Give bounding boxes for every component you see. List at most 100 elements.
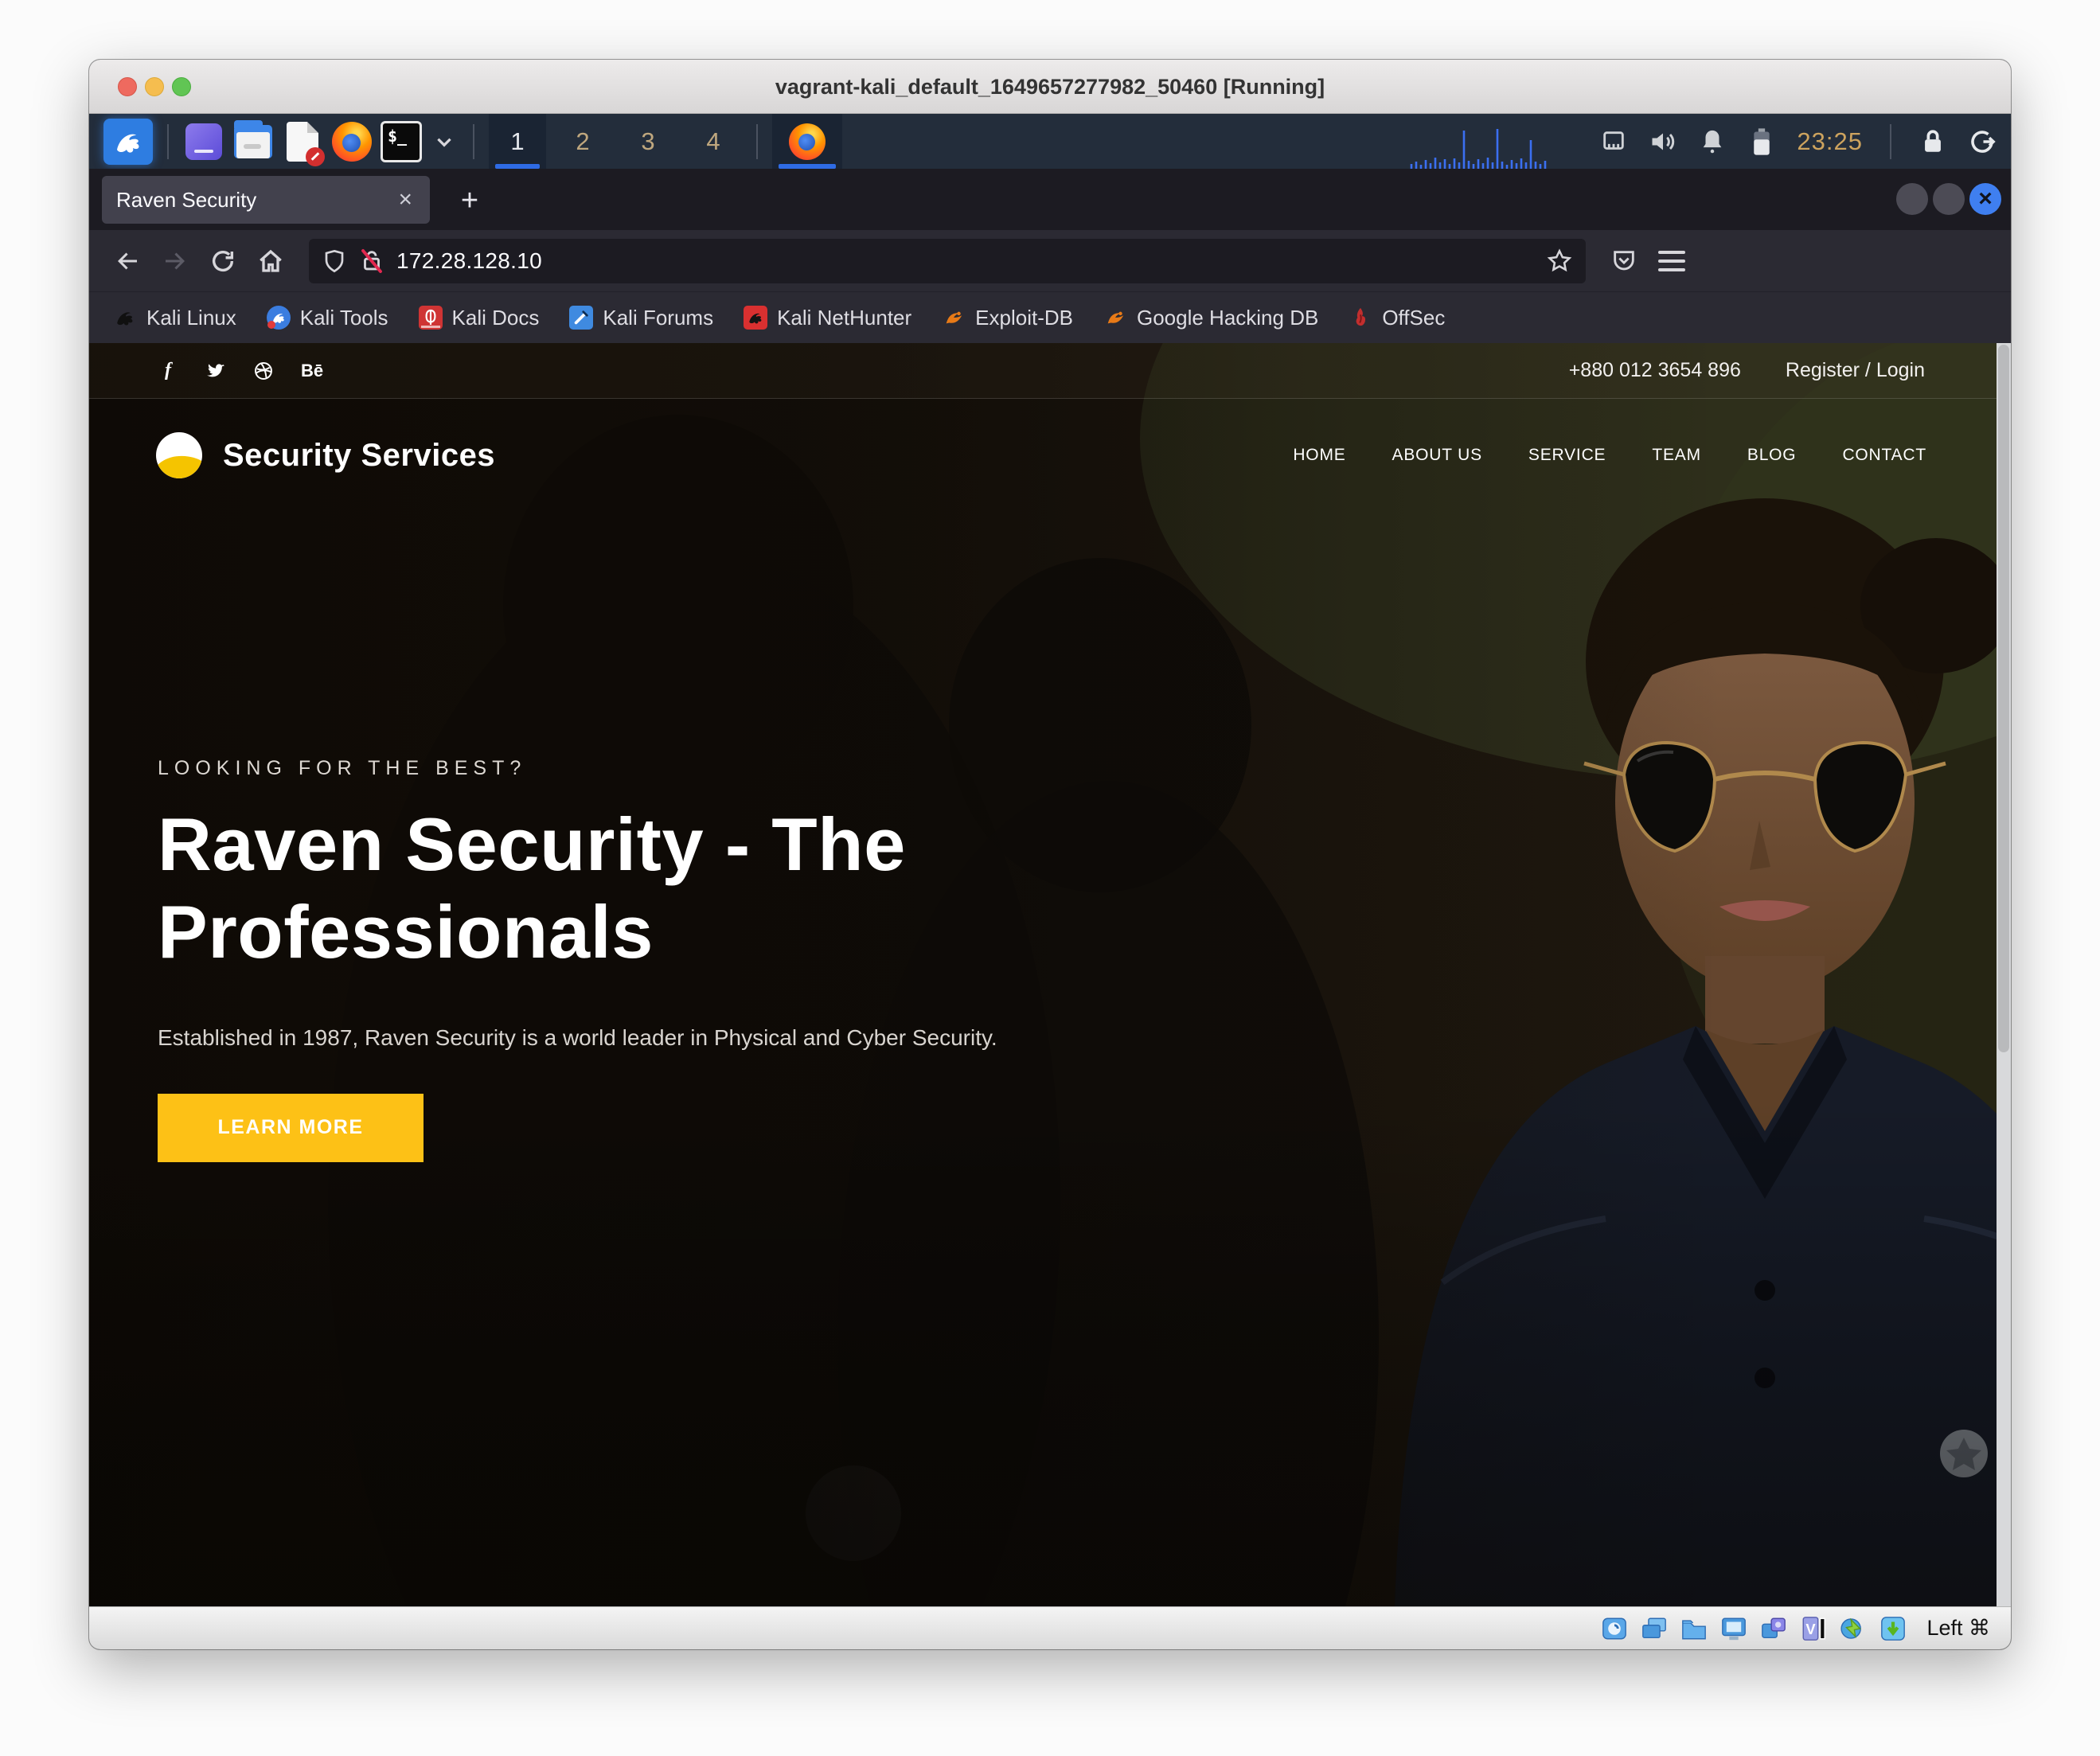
- vbox-recording-indicator[interactable]: [1759, 1614, 1788, 1643]
- panel-separator: [756, 124, 758, 159]
- tab-close-button[interactable]: ×: [395, 188, 416, 212]
- learn-more-button[interactable]: LEARN MORE: [158, 1094, 424, 1162]
- bookmark-exploit-db[interactable]: Exploit-DB: [942, 306, 1073, 330]
- tab-raven-security[interactable]: Raven Security ×: [102, 176, 430, 224]
- bookmark-kali-forums[interactable]: Kali Forums: [569, 306, 713, 330]
- notifications-indicator[interactable]: [1698, 127, 1727, 156]
- url-bar[interactable]: 172.28.128.10: [309, 239, 1586, 283]
- volume-indicator[interactable]: [1649, 127, 1677, 156]
- vbox-display-indicator[interactable]: [1719, 1614, 1748, 1643]
- vbox-optical-indicator[interactable]: [1640, 1614, 1669, 1643]
- insecure-connection-icon[interactable]: [358, 248, 385, 275]
- browser-close-button[interactable]: ×: [1969, 183, 2001, 215]
- kali-nethunter-icon: [744, 306, 767, 330]
- vbox-log-indicator[interactable]: V: [1799, 1614, 1828, 1643]
- offsec-icon: [1349, 306, 1372, 330]
- vbox-update-indicator[interactable]: [1879, 1614, 1907, 1643]
- url-text[interactable]: 172.28.128.10: [396, 248, 1535, 274]
- keyboard-capture-status: Left ⌘: [1926, 1616, 1990, 1641]
- hero-section: LOOKING FOR THE BEST? Raven Security - T…: [158, 757, 1368, 1162]
- back-button[interactable]: [107, 240, 148, 282]
- bookmark-kali-tools[interactable]: Kali Tools: [267, 306, 388, 330]
- vbox-harddisk-indicator[interactable]: [1600, 1614, 1629, 1643]
- bookmark-google-hacking-db[interactable]: Google Hacking DB: [1103, 306, 1318, 330]
- page-scrollbar[interactable]: [1997, 343, 2011, 1606]
- behance-icon[interactable]: Bē: [301, 361, 323, 381]
- panel-separator: [473, 124, 474, 159]
- home-button[interactable]: [250, 240, 291, 282]
- firefox-icon: [332, 122, 372, 162]
- panel-separator: [1890, 124, 1891, 159]
- phone-number[interactable]: +880 012 3654 896: [1569, 359, 1741, 382]
- kali-menu-button[interactable]: [103, 119, 153, 165]
- bookmark-kali-nethunter[interactable]: Kali NetHunter: [744, 306, 911, 330]
- firefox-launcher-button[interactable]: [331, 121, 373, 162]
- lock-screen-button[interactable]: [1918, 127, 1947, 156]
- browser-minimize-button[interactable]: [1896, 183, 1928, 215]
- network-indicator[interactable]: [1599, 127, 1628, 156]
- register-login-link[interactable]: Register / Login: [1786, 359, 1925, 382]
- google-hacking-db-icon: [1103, 306, 1127, 330]
- back-arrow-icon: [113, 247, 142, 275]
- vbox-shared-folder-indicator[interactable]: [1680, 1614, 1708, 1643]
- hamburger-icon: [1658, 251, 1685, 271]
- nav-blog[interactable]: BLOG: [1747, 446, 1797, 465]
- workspace-4[interactable]: 4: [685, 114, 742, 169]
- kali-tools-icon: [267, 306, 291, 330]
- vm-window-title: vagrant-kali_default_1649657277982_50460…: [89, 60, 2011, 114]
- firefox-navbar: 172.28.128.10: [89, 230, 2011, 291]
- workspace-2[interactable]: 2: [554, 114, 611, 169]
- ethernet-icon: [1600, 128, 1627, 155]
- desktop: vagrant-kali_default_1649657277982_50460…: [0, 0, 2100, 1756]
- nav-team[interactable]: TEAM: [1652, 446, 1701, 465]
- app-menu-button[interactable]: [1651, 240, 1692, 282]
- site-topbar: f Bē +880 012 3654 896 Register / Login: [89, 343, 2011, 399]
- bookmark-label: Exploit-DB: [975, 306, 1073, 330]
- clock[interactable]: 23:25: [1797, 127, 1863, 156]
- workspace-1[interactable]: 1: [489, 114, 546, 169]
- bookmark-label: Kali Docs: [452, 306, 540, 330]
- workspace-3[interactable]: 3: [619, 114, 677, 169]
- text-editor-button[interactable]: [282, 121, 323, 162]
- document-icon: [287, 122, 318, 162]
- bookmark-label: OffSec: [1382, 306, 1445, 330]
- nav-about-us[interactable]: ABOUT US: [1392, 446, 1482, 465]
- bookmark-star-icon[interactable]: [1546, 248, 1573, 275]
- file-manager-button[interactable]: [232, 121, 274, 162]
- nav-contact[interactable]: CONTACT: [1842, 446, 1926, 465]
- nav-home[interactable]: HOME: [1293, 446, 1345, 465]
- nav-service[interactable]: SERVICE: [1528, 446, 1606, 465]
- desktop-icon: [185, 123, 222, 160]
- scrollbar-thumb[interactable]: [1998, 345, 2009, 1052]
- brand-logo-icon: [156, 432, 202, 478]
- forward-arrow-icon: [161, 247, 189, 275]
- vbox-network-indicator[interactable]: [1839, 1614, 1868, 1643]
- show-desktop-button[interactable]: [183, 121, 224, 162]
- forward-button[interactable]: [154, 240, 196, 282]
- new-tab-button[interactable]: +: [449, 180, 490, 221]
- page-viewport: f Bē +880 012 3654 896 Register / Login: [89, 343, 2011, 1606]
- logout-button[interactable]: [1968, 127, 1997, 156]
- kali-linux-icon: [113, 306, 137, 330]
- taskbar-firefox-window[interactable]: [772, 114, 842, 169]
- battery-indicator[interactable]: [1747, 127, 1776, 156]
- dribbble-icon[interactable]: [253, 361, 274, 381]
- brand-name: Security Services: [223, 438, 495, 474]
- terminal-dropdown-button[interactable]: [430, 121, 459, 162]
- tracking-shield-icon[interactable]: [322, 248, 347, 274]
- browser-maximize-button[interactable]: [1933, 183, 1965, 215]
- bookmark-label: Kali Forums: [603, 306, 713, 330]
- bookmark-kali-docs[interactable]: Kali Docs: [419, 306, 540, 330]
- reload-button[interactable]: [202, 240, 244, 282]
- panel-separator: [167, 124, 169, 159]
- kali-forums-icon: [569, 306, 593, 330]
- bookmark-kali-linux[interactable]: Kali Linux: [113, 306, 236, 330]
- pocket-button[interactable]: [1603, 240, 1645, 282]
- system-monitor-graph: [1408, 123, 1567, 169]
- bookmark-offsec[interactable]: OffSec: [1349, 306, 1445, 330]
- brand-logo-link[interactable]: Security Services: [156, 432, 495, 478]
- facebook-icon[interactable]: f: [158, 361, 178, 381]
- kali-dragon-icon: [112, 126, 144, 158]
- terminal-button[interactable]: $_: [381, 121, 422, 162]
- twitter-icon[interactable]: [205, 361, 226, 381]
